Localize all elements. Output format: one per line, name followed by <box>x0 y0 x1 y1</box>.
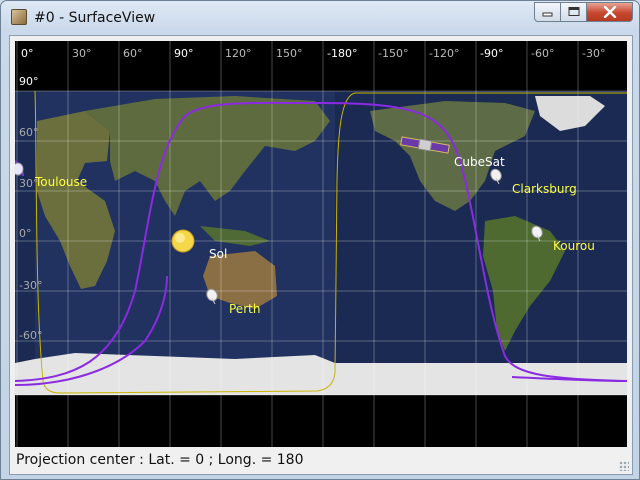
longitude-label: 60° <box>123 47 143 60</box>
app-window: #0 - SurfaceView CubeSat Sol Toulouse Cl… <box>0 0 640 480</box>
surface-map-view[interactable]: CubeSat Sol Toulouse Clarksburg Kourou P… <box>15 41 627 447</box>
longitude-label: 90° <box>174 47 194 60</box>
close-icon <box>603 6 616 18</box>
maximize-icon <box>568 7 579 16</box>
latitude-label: -60° <box>19 329 42 342</box>
longitude-label: 150° <box>276 47 303 60</box>
longitude-label: 0° <box>21 47 34 60</box>
longitude-label: 120° <box>225 47 252 60</box>
station-label-toulouse: Toulouse <box>34 175 87 189</box>
station-label-kourou: Kourou <box>553 239 595 253</box>
status-bar: Projection center : Lat. = 0 ; Long. = 1… <box>10 448 632 474</box>
latitude-label: 30° <box>19 177 39 190</box>
latitude-label: -30° <box>19 279 42 292</box>
longitude-label: -150° <box>378 47 408 60</box>
close-button[interactable] <box>587 2 633 22</box>
latitude-label: 60° <box>19 126 39 139</box>
app-icon <box>11 9 27 25</box>
station-label-clarksburg: Clarksburg <box>512 182 577 196</box>
minimize-button[interactable] <box>534 2 561 22</box>
longitude-label: -60° <box>531 47 554 60</box>
dish-icon <box>15 162 24 176</box>
sun-label: Sol <box>209 247 227 261</box>
station-label-perth: Perth <box>229 302 260 316</box>
longitude-label: -180° <box>327 47 357 60</box>
window-title: #0 - SurfaceView <box>34 10 156 26</box>
longitude-label: -30° <box>582 47 605 60</box>
map-canvas: CubeSat Sol Toulouse Clarksburg Kourou P… <box>15 41 627 447</box>
title-bar[interactable]: #0 - SurfaceView <box>1 1 639 37</box>
window-controls <box>534 2 633 23</box>
longitude-label: -120° <box>429 47 459 60</box>
latitude-label: 0° <box>19 227 32 240</box>
resize-grip-icon[interactable] <box>619 461 629 471</box>
cubesat-label: CubeSat <box>454 155 505 169</box>
maximize-button[interactable] <box>561 2 587 22</box>
projection-center-status: Projection center : Lat. = 0 ; Long. = 1… <box>16 452 304 468</box>
longitude-label: 30° <box>72 47 92 60</box>
latitude-label: 90° <box>19 75 39 88</box>
minimize-icon <box>542 12 552 17</box>
sun-marker[interactable] <box>171 229 195 253</box>
map-bottom-band <box>15 395 627 447</box>
client-area: CubeSat Sol Toulouse Clarksburg Kourou P… <box>9 35 633 475</box>
longitude-label: -90° <box>480 47 503 60</box>
